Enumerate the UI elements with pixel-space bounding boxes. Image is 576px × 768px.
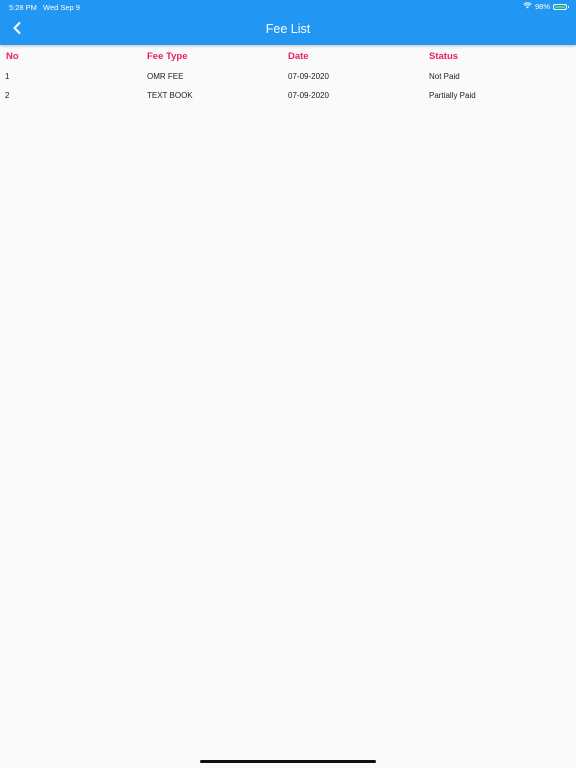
battery-percent: 98% <box>534 2 550 11</box>
cell-date: 07-09-2020 <box>288 72 329 81</box>
app-bar: 5:28 PM Wed Sep 9 98% Fee List <box>0 0 576 45</box>
page-title: Fee List <box>265 22 311 36</box>
status-time: 5:28 PM <box>9 3 37 12</box>
fee-table: No Fee Type Date Status 1 OMR FEE 07-09-… <box>0 45 576 105</box>
cell-fee-type: OMR FEE <box>147 72 184 81</box>
cell-no: 2 <box>5 91 10 100</box>
status-date: Wed Sep 9 <box>43 3 80 12</box>
column-header-no: No <box>6 51 19 62</box>
table-header-row: No Fee Type Date Status <box>0 45 576 67</box>
cell-fee-type: TEXT BOOK <box>147 91 193 100</box>
status-indicators: 98% <box>523 2 569 11</box>
cell-status: Not Paid <box>429 72 460 81</box>
battery-level <box>555 5 565 8</box>
battery-icon <box>553 3 569 10</box>
table-row[interactable]: 1 OMR FEE 07-09-2020 Not Paid <box>0 67 576 86</box>
table-row[interactable]: 2 TEXT BOOK 07-09-2020 Partially Paid <box>0 86 576 105</box>
cell-status: Partially Paid <box>429 91 476 100</box>
cell-date: 07-09-2020 <box>288 91 329 100</box>
column-header-fee-type: Fee Type <box>147 51 188 62</box>
status-bar: 5:28 PM Wed Sep 9 98% <box>0 0 576 14</box>
column-header-status: Status <box>429 51 459 62</box>
home-indicator[interactable] <box>200 760 376 763</box>
wifi-icon <box>523 2 532 11</box>
column-header-date: Date <box>288 51 309 62</box>
cell-no: 1 <box>5 72 10 81</box>
